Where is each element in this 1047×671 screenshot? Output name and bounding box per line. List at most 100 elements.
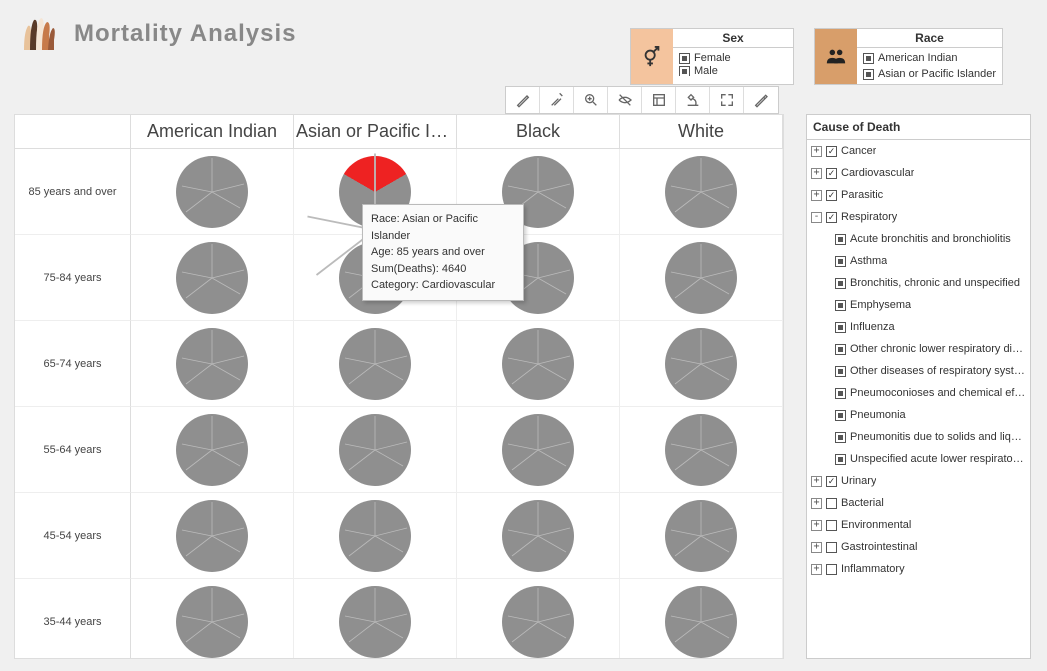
tree-node[interactable]: +Cancer (807, 140, 1030, 162)
expand-icon[interactable]: + (811, 520, 822, 531)
pie-chart[interactable] (665, 414, 737, 486)
checkbox-icon[interactable] (835, 300, 846, 311)
checkbox-icon[interactable] (826, 542, 837, 553)
checkbox-icon[interactable] (826, 476, 837, 487)
highlight-button[interactable] (506, 87, 540, 113)
row-header[interactable]: 45-54 years (15, 493, 131, 579)
pie-cell[interactable] (294, 321, 457, 407)
pie-cell[interactable] (131, 493, 294, 579)
brush-button[interactable] (540, 87, 574, 113)
tree-node[interactable]: -Respiratory (807, 206, 1030, 228)
pie-chart[interactable] (502, 328, 574, 400)
checkbox-icon[interactable] (826, 564, 837, 575)
tree-node[interactable]: Emphysema (807, 294, 1030, 316)
pie-cell[interactable] (131, 321, 294, 407)
filter-race-item[interactable]: Asian or Pacific Islander (863, 66, 996, 82)
tree-node[interactable]: +Urinary (807, 470, 1030, 492)
pie-cell[interactable] (294, 579, 457, 659)
pie-cell[interactable] (620, 321, 783, 407)
pie-cell[interactable] (457, 493, 620, 579)
pie-chart[interactable] (176, 242, 248, 314)
pie-cell[interactable] (131, 149, 294, 235)
tree-node[interactable]: Influenza (807, 316, 1030, 338)
pie-cell[interactable] (457, 579, 620, 659)
expand-button[interactable] (710, 87, 744, 113)
filter-sex[interactable]: Sex Female Male (630, 28, 794, 85)
checkbox-icon[interactable] (835, 432, 846, 443)
pie-chart[interactable] (176, 500, 248, 572)
pie-chart[interactable] (339, 500, 411, 572)
checkbox-icon[interactable] (863, 69, 874, 80)
filter-sex-item[interactable]: Male (679, 66, 787, 76)
pie-cell[interactable] (620, 493, 783, 579)
checkbox-icon[interactable] (826, 520, 837, 531)
tree-node[interactable]: Pneumonia (807, 404, 1030, 426)
pie-chart[interactable] (339, 414, 411, 486)
checkbox-icon[interactable] (826, 146, 837, 157)
filter-sex-item[interactable]: Female (679, 50, 787, 66)
checkbox-icon[interactable] (826, 168, 837, 179)
checkbox-icon[interactable] (826, 190, 837, 201)
tree-node[interactable]: +Inflammatory (807, 558, 1030, 580)
checkbox-icon[interactable] (835, 410, 846, 421)
pie-cell[interactable] (131, 407, 294, 493)
tree-node[interactable]: +Environmental (807, 514, 1030, 536)
tree-node[interactable]: Pneumoconioses and chemical effects (807, 382, 1030, 404)
pie-chart[interactable] (665, 500, 737, 572)
pie-chart[interactable] (502, 500, 574, 572)
column-header[interactable]: Asian or Pacific Islan.. (294, 115, 457, 149)
pie-cell[interactable] (131, 579, 294, 659)
expand-icon[interactable]: + (811, 476, 822, 487)
expand-icon[interactable]: + (811, 146, 822, 157)
dock-button[interactable] (642, 87, 676, 113)
hide-button[interactable] (608, 87, 642, 113)
pie-chart[interactable] (665, 328, 737, 400)
checkbox-icon[interactable] (835, 388, 846, 399)
tree-node[interactable]: Other chronic lower respiratory diseases (807, 338, 1030, 360)
expand-icon[interactable]: + (811, 498, 822, 509)
checkbox-icon[interactable] (835, 256, 846, 267)
checkbox-icon[interactable] (835, 366, 846, 377)
pie-chart[interactable] (502, 414, 574, 486)
checkbox-icon[interactable] (835, 278, 846, 289)
tree-node[interactable]: +Bacterial (807, 492, 1030, 514)
tree-node[interactable]: Asthma (807, 250, 1030, 272)
filter-race[interactable]: Race American Indian Asian or Pacific Is… (814, 28, 1003, 85)
filter-race-item[interactable]: American Indian (863, 50, 996, 66)
checkbox-icon[interactable] (835, 454, 846, 465)
row-header[interactable]: 35-44 years (15, 579, 131, 659)
column-header[interactable]: Black (457, 115, 620, 149)
tree-node[interactable]: +Cardiovascular (807, 162, 1030, 184)
pie-chart[interactable] (665, 242, 737, 314)
tree-node[interactable]: Acute bronchitis and bronchiolitis (807, 228, 1030, 250)
cause-of-death-tree[interactable]: Cause of Death +Cancer+Cardiovascular+Pa… (806, 114, 1031, 659)
expand-icon[interactable]: + (811, 542, 822, 553)
checkbox-icon[interactable] (835, 234, 846, 245)
tree-node[interactable]: Bronchitis, chronic and unspecified (807, 272, 1030, 294)
edit-button[interactable] (744, 87, 778, 113)
expand-icon[interactable]: + (811, 168, 822, 179)
checkbox-icon[interactable] (835, 344, 846, 355)
expand-icon[interactable]: + (811, 564, 822, 575)
checkbox-icon[interactable] (863, 53, 874, 64)
row-header[interactable]: 85 years and over (15, 149, 131, 235)
checkbox-icon[interactable] (679, 66, 690, 76)
pie-cell[interactable] (294, 493, 457, 579)
checkbox-icon[interactable] (826, 212, 837, 223)
expand-icon[interactable]: - (811, 212, 822, 223)
checkbox-icon[interactable] (679, 53, 690, 64)
pie-chart[interactable] (665, 156, 737, 228)
checkbox-icon[interactable] (826, 498, 837, 509)
pie-cell[interactable] (620, 149, 783, 235)
pie-cell[interactable] (620, 407, 783, 493)
pie-cell[interactable] (294, 407, 457, 493)
pie-chart[interactable] (176, 586, 248, 658)
tree-node[interactable]: +Gastrointestinal (807, 536, 1030, 558)
pie-cell[interactable] (457, 321, 620, 407)
pie-cell[interactable] (457, 407, 620, 493)
pie-chart[interactable] (339, 586, 411, 658)
pie-chart[interactable] (176, 328, 248, 400)
tree-node[interactable]: +Parasitic (807, 184, 1030, 206)
pie-chart[interactable] (176, 414, 248, 486)
pie-chart[interactable] (339, 328, 411, 400)
